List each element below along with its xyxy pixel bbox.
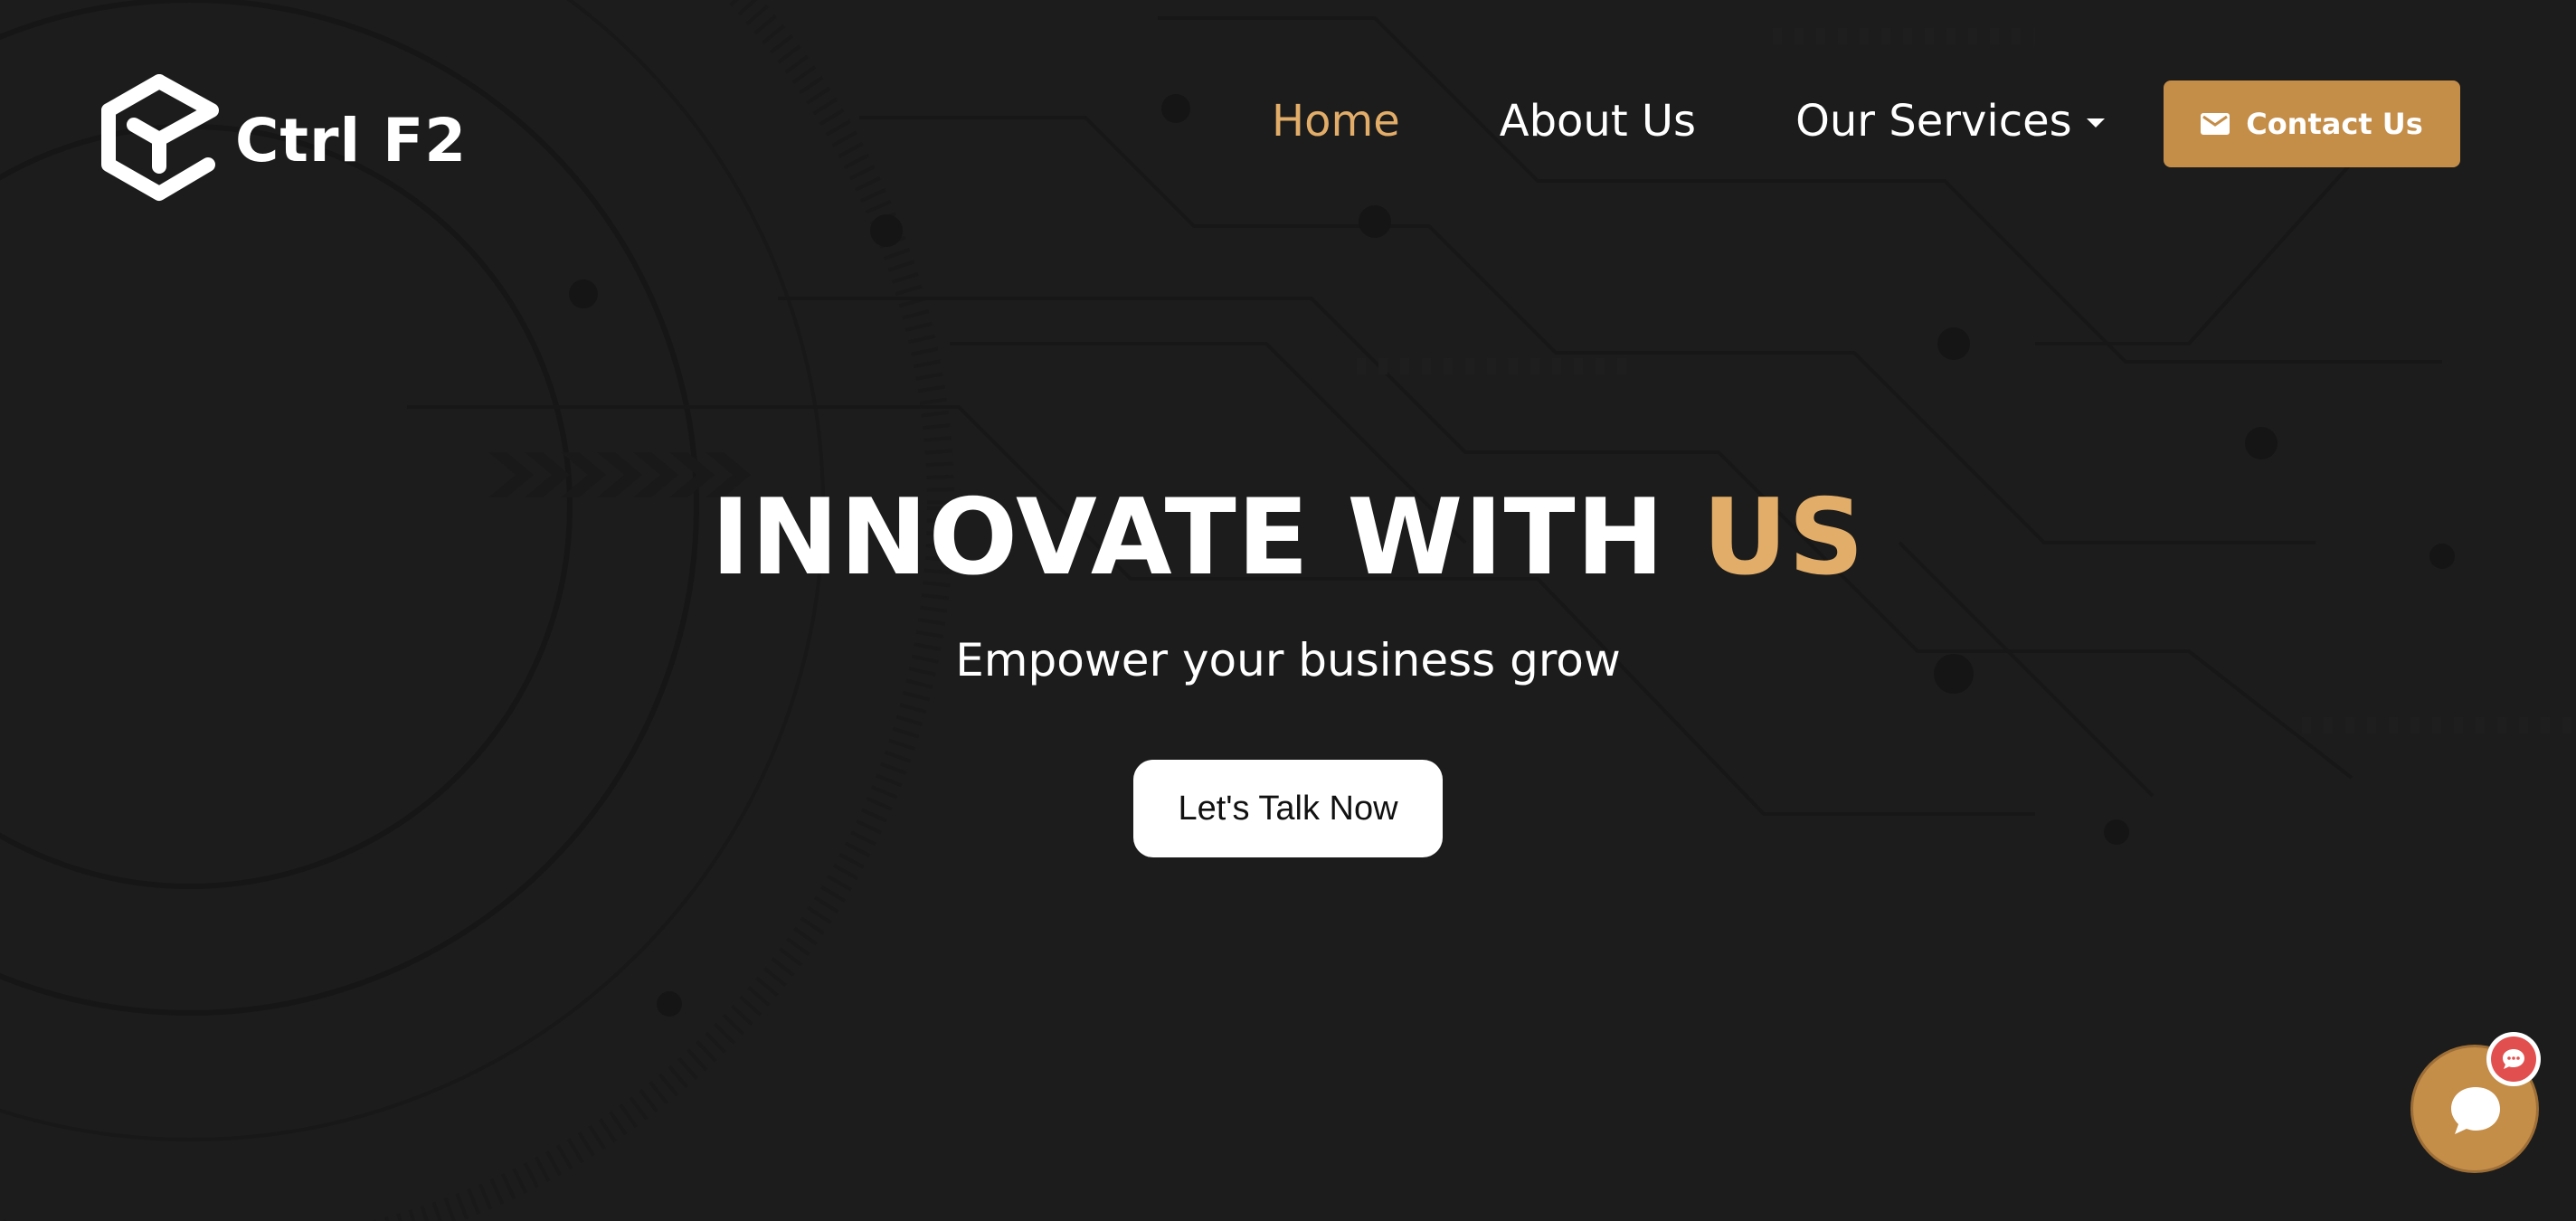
nav-our-services-label: Our Services [1795,96,2072,147]
nav-home-link[interactable]: Home [1272,89,1400,154]
brand-name: Ctrl F2 [235,105,468,175]
logo-cube-icon [101,74,219,201]
mail-icon [2201,113,2230,135]
nav-about-us-link[interactable]: About Us [1500,89,1696,154]
hero-subtitle: Empower your business grow [955,634,1621,686]
caret-down-icon [2086,118,2105,128]
contact-us-label: Contact Us [2246,107,2423,141]
hero-title-accent: US [1702,477,1865,599]
chat-dots-icon [2503,1049,2524,1069]
brand-logo[interactable]: Ctrl F2 [99,71,467,206]
chat-bubble-icon [2451,1087,2500,1134]
page: Ctrl F2 Home About Us Our Services Conta… [0,0,2576,1221]
hero-title: INNOVATE WITH US [0,479,2576,597]
hero-title-main: INNOVATE WITH [711,477,1665,599]
nav-our-services-dropdown[interactable]: Our Services [1795,89,2105,154]
hero-section: INNOVATE WITH US Empower your business g… [0,479,2576,857]
main-nav: Home About Us Our Services [1272,89,2105,154]
chat-notification-badge[interactable] [2491,1036,2536,1082]
lets-talk-now-button[interactable]: Let's Talk Now [1133,760,1443,857]
contact-us-button[interactable]: Contact Us [2164,80,2460,167]
